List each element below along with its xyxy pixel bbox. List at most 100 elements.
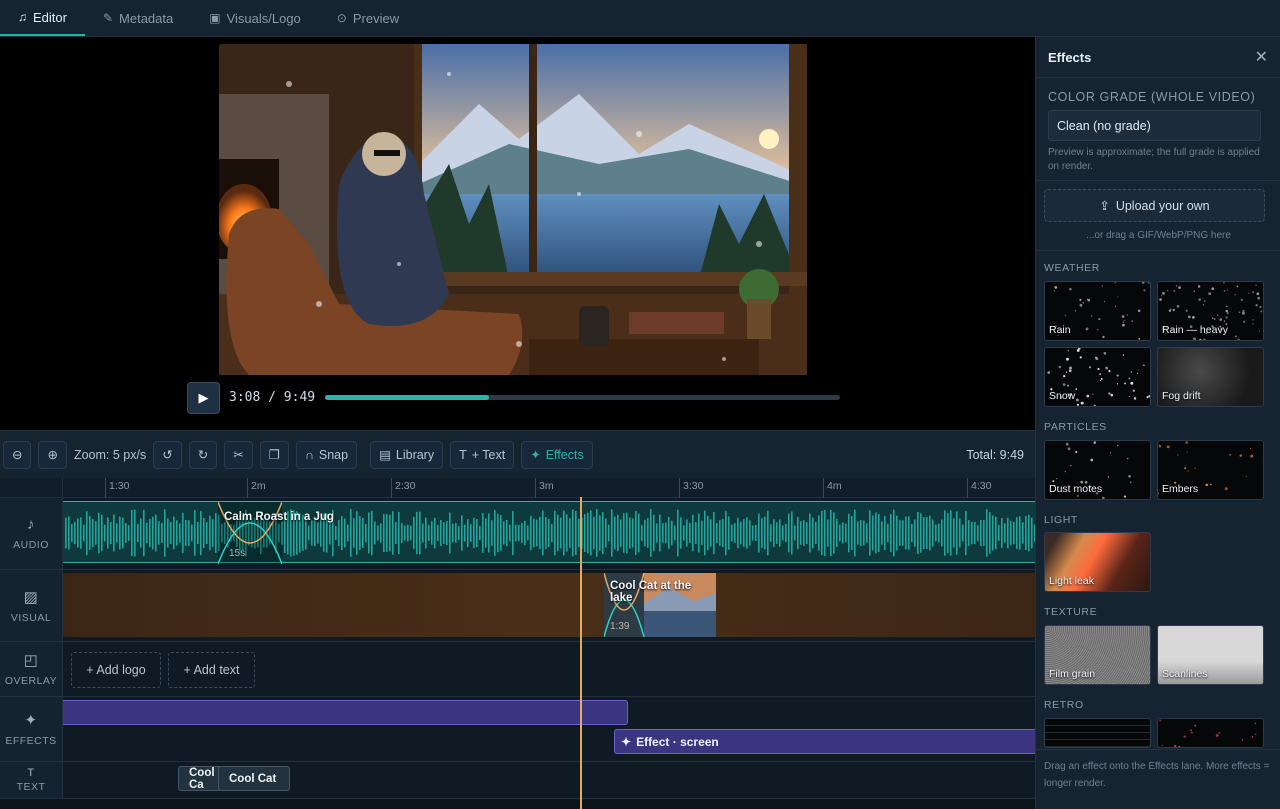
timeline-toolbar: ⊖ ⊕ Zoom: 5 px/s ↺ ↻ ✂ ❐ ∩ Snap ▤ Library …: [0, 430, 1035, 478]
text-icon: T: [27, 767, 35, 779]
lane-label-audio: ♪ AUDIO: [0, 498, 63, 570]
tab-preview[interactable]: ⊙ Preview: [319, 0, 417, 36]
playhead[interactable]: [580, 497, 582, 809]
effect-tile-scanlines[interactable]: Scanlines: [1157, 625, 1264, 685]
play-button[interactable]: ▶: [187, 382, 220, 414]
section-particles: PARTICLES: [1044, 421, 1107, 433]
video-frame-image: [219, 44, 807, 375]
color-grade-hint: Preview is approximate; the full grade i…: [1048, 147, 1260, 172]
snap-button[interactable]: ∩ Snap: [295, 440, 358, 469]
effect-tile-rain[interactable]: Rain: [1044, 281, 1151, 341]
music-edit-icon: ♫: [18, 10, 27, 24]
sparkle-icon: ✦: [530, 448, 541, 462]
zoom-in-icon: ⊕: [47, 448, 58, 462]
effect-tile-snow[interactable]: Snow: [1044, 347, 1151, 407]
sparkle-icon: ✦: [24, 712, 38, 729]
duplicate-button[interactable]: ❐: [259, 440, 289, 469]
close-icon[interactable]: ✕: [1255, 47, 1268, 67]
video-preview[interactable]: [219, 44, 807, 375]
audio-lane[interactable]: Calm Roast in a Jug 15s: [63, 498, 1035, 570]
visual-lane[interactable]: Cool Cat at the lake 1:39: [63, 570, 1035, 642]
lane-label-overlay: ◰ OVERLAY: [0, 642, 63, 697]
redo-button[interactable]: ↻: [188, 440, 218, 469]
visual-fade-label: 1:39: [610, 621, 630, 632]
timeline-ruler[interactable]: 1:30 2m 2:30 3m 3:30 4m 4:30: [63, 478, 1035, 498]
text-lane[interactable]: Cool Ca Cool Cat: [63, 762, 1035, 799]
text-icon: T: [459, 447, 467, 462]
add-text-button[interactable]: T + Text: [450, 440, 515, 469]
color-grade-select[interactable]: Clean (no grade): [1048, 110, 1261, 141]
library-button[interactable]: ▤ Library: [370, 440, 444, 469]
effects-lane[interactable]: ✦ Effect · screen: [63, 697, 1035, 762]
image-icon: ▨: [23, 588, 39, 606]
effect-tile-retro-2[interactable]: [1157, 718, 1264, 748]
effect-tile-rain-heavy[interactable]: Rain — heavy: [1157, 281, 1264, 341]
color-grade-label: COLOR GRADE (WHOLE VIDEO): [1048, 90, 1256, 104]
top-tabs: ♫ Editor ✎ Metadata ▣ Visuals/Logo ⊙ Preview: [0, 0, 1280, 37]
drag-hint: ...or drag a GIF/WebP/PNG here: [1086, 230, 1231, 241]
add-logo-button[interactable]: + Add logo: [71, 652, 161, 688]
upload-effect-button[interactable]: ⇪ Upload your own: [1044, 189, 1265, 222]
preview-stage: ▶ 3:08 / 9:49: [0, 37, 1035, 430]
lane-label-visual: ▨ VISUAL: [0, 570, 63, 642]
visual-clip-title: Cool Cat at the lake: [610, 580, 692, 604]
effect-tile-light-leak[interactable]: Light leak: [1044, 532, 1151, 592]
add-text-overlay-button[interactable]: + Add text: [168, 652, 255, 688]
lane-label-effects: ✦ EFFECTS: [0, 697, 63, 762]
effect-tile-fog[interactable]: Fog drift: [1157, 347, 1264, 407]
visual-clip-2[interactable]: Cool Cat at the lake 1:39: [604, 573, 716, 637]
timeline-scrollbar[interactable]: [0, 799, 1035, 809]
upload-icon: ⇪: [1099, 199, 1110, 213]
progress-fill: [325, 395, 490, 400]
effects-panel: Effects ✕ COLOR GRADE (WHOLE VIDEO) Clea…: [1035, 37, 1280, 809]
magnet-icon: ∩: [304, 447, 314, 462]
music-note-icon: ♪: [27, 516, 35, 533]
overlay-lane[interactable]: + Add logo + Add text: [63, 642, 1035, 697]
tab-visuals-logo[interactable]: ▣ Visuals/Logo: [191, 0, 319, 36]
edit-icon: ✎: [102, 11, 114, 25]
scissors-icon: ✂: [233, 448, 244, 462]
zoom-out-button[interactable]: ⊖: [3, 440, 32, 469]
cut-button[interactable]: ✂: [224, 440, 253, 469]
audio-fade-label: 15s: [229, 548, 246, 559]
ruler-tick: 4:30: [967, 478, 991, 498]
section-light: LIGHT: [1044, 514, 1078, 526]
image-icon: ▣: [209, 11, 221, 25]
audio-clip-title: Calm Roast in a Jug: [224, 511, 334, 523]
effect-tile-film-grain[interactable]: Film grain: [1044, 625, 1151, 685]
library-icon: ▤: [379, 448, 391, 462]
effect-clip-1[interactable]: [63, 700, 628, 725]
total-duration: Total: 9:49: [966, 448, 1024, 462]
section-weather: WEATHER: [1044, 262, 1100, 274]
effects-panel-header: Effects ✕: [1036, 37, 1280, 78]
tab-editor[interactable]: ♫ Editor: [0, 0, 85, 36]
ruler-tick: 3:30: [679, 478, 703, 498]
effect-tile-retro-1[interactable]: [1044, 718, 1151, 748]
section-retro: RETRO: [1044, 699, 1084, 711]
playback-progress-bar[interactable]: [325, 395, 840, 400]
effect-clip-2[interactable]: ✦ Effect · screen: [614, 729, 1035, 754]
play-icon: ▶: [198, 390, 209, 405]
lane-label-text: T TEXT: [0, 762, 63, 799]
sparkle-icon: ✦: [621, 734, 632, 749]
text-clip-2[interactable]: Cool Cat: [218, 766, 290, 791]
sticker-icon: ◰: [23, 652, 39, 669]
undo-button[interactable]: ↺: [153, 440, 182, 469]
section-texture: TEXTURE: [1044, 606, 1098, 618]
tab-metadata[interactable]: ✎ Metadata: [85, 0, 191, 36]
retro-preview: [1159, 719, 1257, 747]
audio-waveform: [65, 509, 1035, 557]
zoom-label: Zoom: 5 px/s: [73, 447, 147, 462]
visual-clip-1[interactable]: [63, 573, 1035, 637]
effect-tile-dust[interactable]: Dust motes: [1044, 440, 1151, 500]
audio-clip[interactable]: Calm Roast in a Jug 15s: [63, 501, 1035, 564]
redo-icon: ↻: [197, 448, 209, 462]
ruler-tick: 2m: [247, 478, 266, 498]
effects-button[interactable]: ✦ Effects: [521, 440, 593, 469]
zoom-in-button[interactable]: ⊕: [38, 440, 67, 469]
copy-icon: ❐: [268, 448, 280, 462]
ruler-tick: 2:30: [391, 478, 415, 498]
ruler-tick: 4m: [823, 478, 842, 498]
timecode: 3:08 / 9:49: [229, 390, 316, 405]
effect-tile-embers[interactable]: Embers: [1157, 440, 1264, 500]
